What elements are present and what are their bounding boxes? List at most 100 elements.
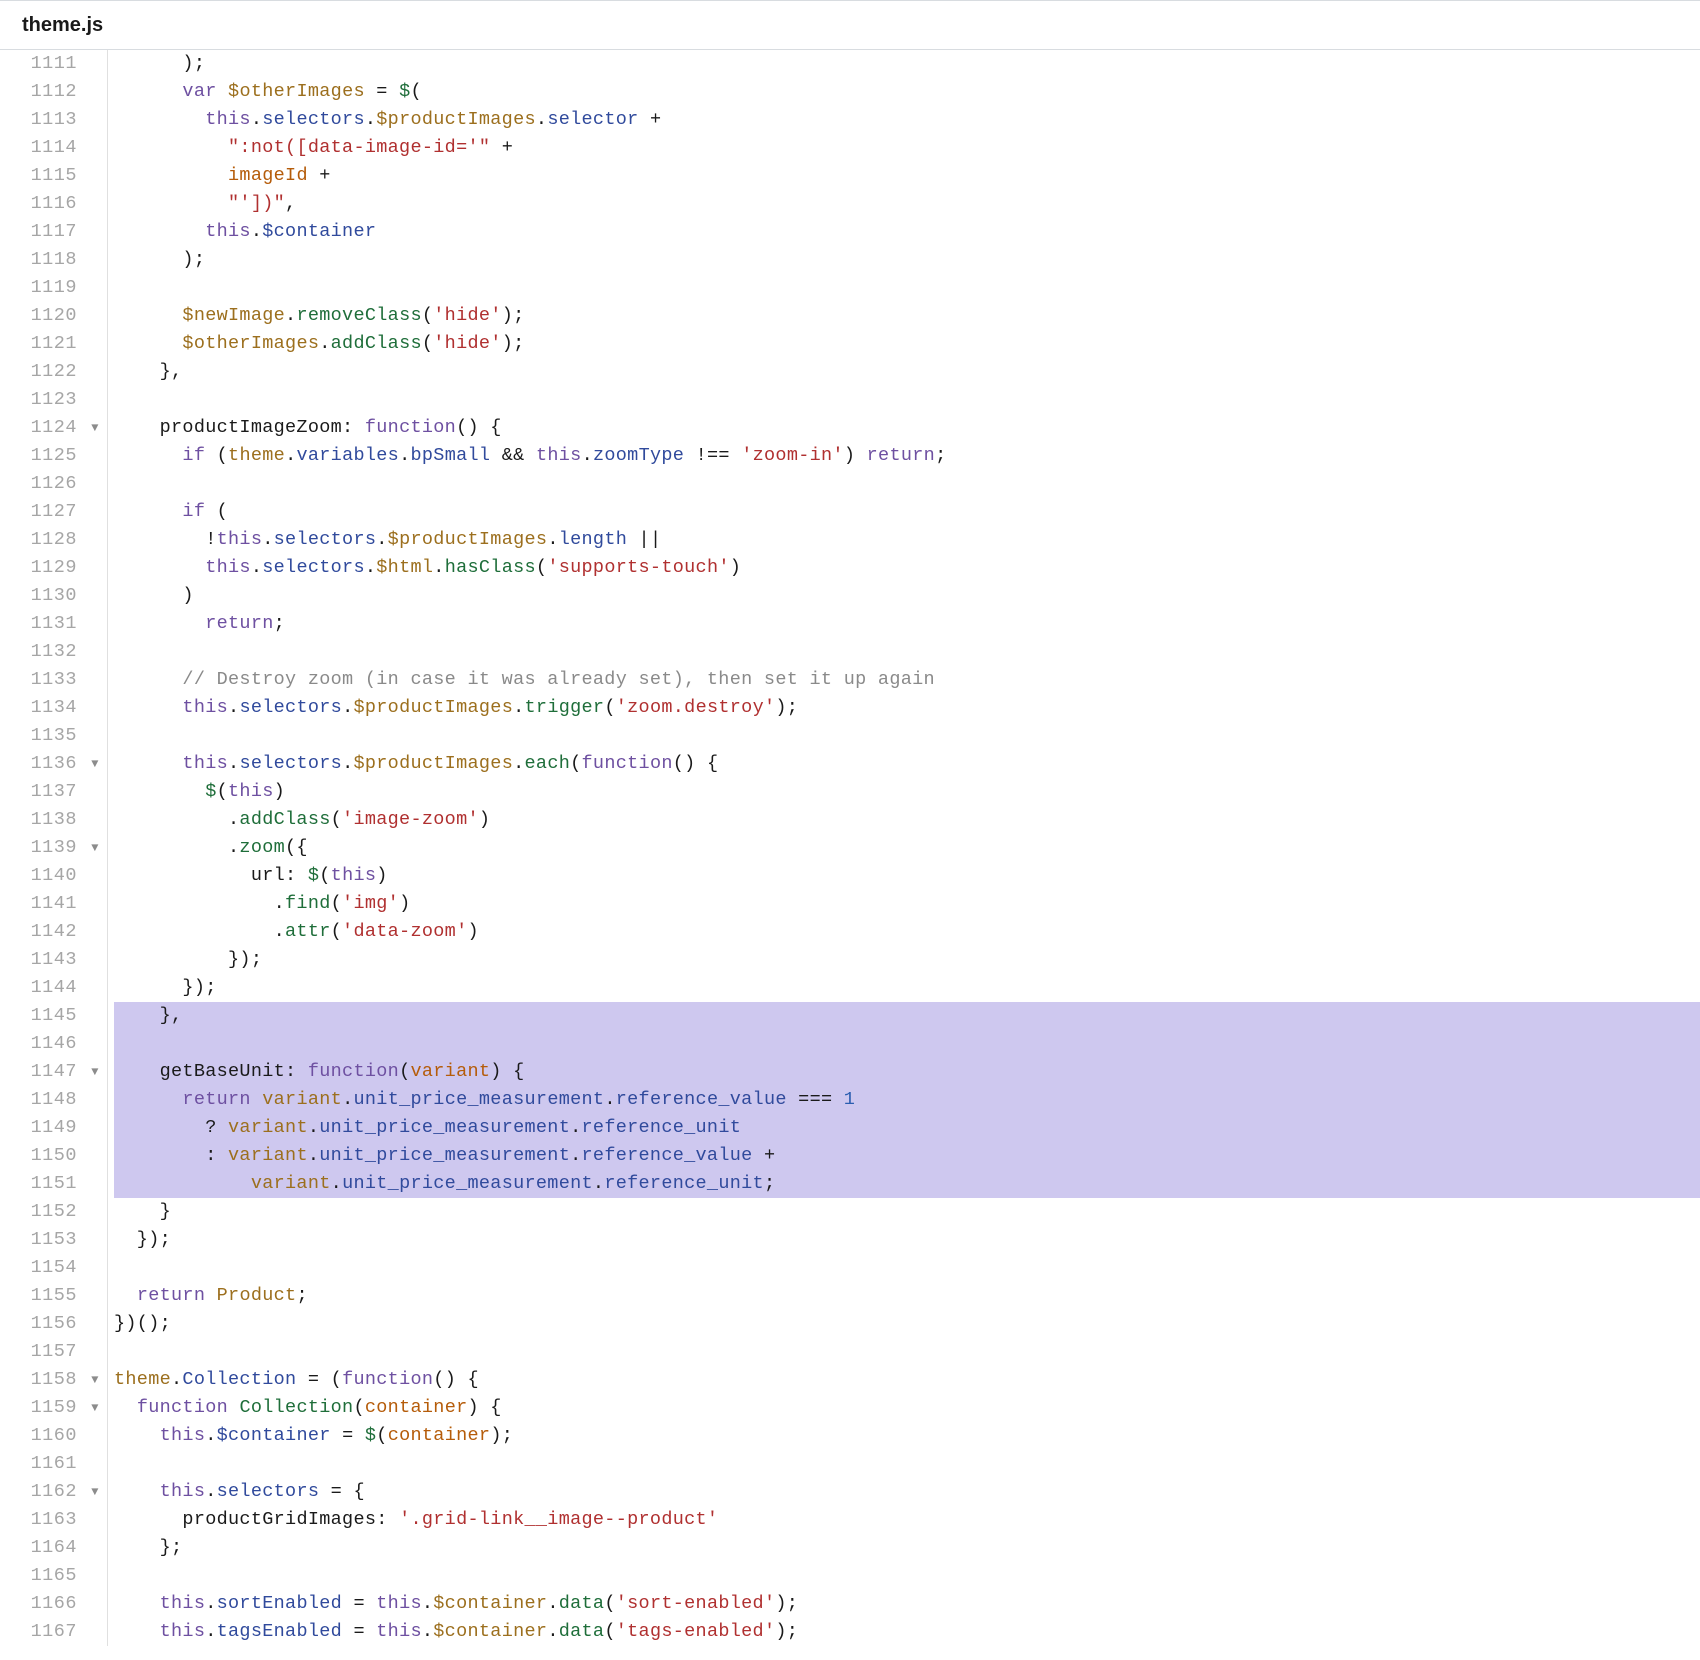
line-number[interactable]: 1131 [0, 610, 107, 638]
line-number[interactable]: 1111 [0, 50, 107, 78]
fold-toggle-icon[interactable]: ▼ [91, 1394, 99, 1422]
line-number[interactable]: 1157 [0, 1338, 107, 1366]
code-area[interactable]: ); var $otherImages = $( this.selectors.… [108, 50, 1700, 1646]
line-number[interactable]: 1115 [0, 162, 107, 190]
code-line[interactable]: this.selectors.$productImages.selector + [114, 106, 1700, 134]
code-line[interactable]: return Product; [114, 1282, 1700, 1310]
line-number[interactable]: 1155 [0, 1282, 107, 1310]
code-line[interactable]: url: $(this) [114, 862, 1700, 890]
line-number[interactable]: 1152 [0, 1198, 107, 1226]
line-number[interactable]: 1162▼ [0, 1478, 107, 1506]
code-line[interactable]: }; [114, 1534, 1700, 1562]
code-line[interactable]: function Collection(container) { [114, 1394, 1700, 1422]
line-number[interactable]: 1114 [0, 134, 107, 162]
line-number[interactable]: 1130 [0, 582, 107, 610]
code-line[interactable]: .find('img') [114, 890, 1700, 918]
code-line[interactable]: return; [114, 610, 1700, 638]
code-line[interactable]: ) [114, 582, 1700, 610]
code-line[interactable] [114, 386, 1700, 414]
code-line[interactable]: ); [114, 246, 1700, 274]
code-line[interactable] [114, 722, 1700, 750]
line-number[interactable]: 1136▼ [0, 750, 107, 778]
code-line[interactable] [114, 274, 1700, 302]
line-number[interactable]: 1144 [0, 974, 107, 1002]
code-line[interactable]: .zoom({ [114, 834, 1700, 862]
line-number[interactable]: 1126 [0, 470, 107, 498]
line-number[interactable]: 1122 [0, 358, 107, 386]
line-number[interactable]: 1153 [0, 1226, 107, 1254]
line-number[interactable]: 1116 [0, 190, 107, 218]
code-line[interactable] [114, 1450, 1700, 1478]
code-line[interactable]: return variant.unit_price_measurement.re… [114, 1086, 1700, 1114]
line-number[interactable]: 1133 [0, 666, 107, 694]
code-line[interactable]: }, [114, 358, 1700, 386]
line-number[interactable]: 1149 [0, 1114, 107, 1142]
line-number[interactable]: 1120 [0, 302, 107, 330]
line-number[interactable]: 1127 [0, 498, 107, 526]
line-number-gutter[interactable]: 1111111211131114111511161117111811191120… [0, 50, 108, 1646]
code-line[interactable]: $newImage.removeClass('hide'); [114, 302, 1700, 330]
code-line[interactable]: .addClass('image-zoom') [114, 806, 1700, 834]
code-line[interactable]: this.$container [114, 218, 1700, 246]
line-number[interactable]: 1158▼ [0, 1366, 107, 1394]
line-number[interactable]: 1156 [0, 1310, 107, 1338]
code-line[interactable]: imageId + [114, 162, 1700, 190]
code-line[interactable]: this.selectors.$productImages.each(funct… [114, 750, 1700, 778]
code-line[interactable] [114, 1030, 1700, 1058]
line-number[interactable]: 1160 [0, 1422, 107, 1450]
line-number[interactable]: 1146 [0, 1030, 107, 1058]
line-number[interactable]: 1137 [0, 778, 107, 806]
code-line[interactable]: } [114, 1198, 1700, 1226]
code-line[interactable]: ":not([data-image-id='" + [114, 134, 1700, 162]
line-number[interactable]: 1121 [0, 330, 107, 358]
code-line[interactable]: }); [114, 974, 1700, 1002]
line-number[interactable]: 1138 [0, 806, 107, 834]
code-line[interactable] [114, 638, 1700, 666]
code-line[interactable]: .attr('data-zoom') [114, 918, 1700, 946]
code-line[interactable]: ? variant.unit_price_measurement.referen… [114, 1114, 1700, 1142]
code-line[interactable]: this.selectors.$html.hasClass('supports-… [114, 554, 1700, 582]
line-number[interactable]: 1165 [0, 1562, 107, 1590]
line-number[interactable]: 1123 [0, 386, 107, 414]
fold-toggle-icon[interactable]: ▼ [91, 414, 99, 442]
code-line[interactable]: // Destroy zoom (in case it was already … [114, 666, 1700, 694]
code-line[interactable]: !this.selectors.$productImages.length || [114, 526, 1700, 554]
line-number[interactable]: 1164 [0, 1534, 107, 1562]
line-number[interactable]: 1150 [0, 1142, 107, 1170]
code-line[interactable]: this.selectors = { [114, 1478, 1700, 1506]
line-number[interactable]: 1166 [0, 1590, 107, 1618]
line-number[interactable]: 1145 [0, 1002, 107, 1030]
line-number[interactable]: 1132 [0, 638, 107, 666]
code-line[interactable]: }); [114, 1226, 1700, 1254]
line-number[interactable]: 1151 [0, 1170, 107, 1198]
code-line[interactable] [114, 1254, 1700, 1282]
line-number[interactable]: 1124▼ [0, 414, 107, 442]
line-number[interactable]: 1113 [0, 106, 107, 134]
code-line[interactable]: this.$container = $(container); [114, 1422, 1700, 1450]
line-number[interactable]: 1139▼ [0, 834, 107, 862]
code-line[interactable]: variant.unit_price_measurement.reference… [114, 1170, 1700, 1198]
line-number[interactable]: 1129 [0, 554, 107, 582]
line-number[interactable]: 1112 [0, 78, 107, 106]
line-number[interactable]: 1147▼ [0, 1058, 107, 1086]
code-line[interactable]: var $otherImages = $( [114, 78, 1700, 106]
code-line[interactable]: this.tagsEnabled = this.$container.data(… [114, 1618, 1700, 1646]
line-number[interactable]: 1135 [0, 722, 107, 750]
code-line[interactable]: this.sortEnabled = this.$container.data(… [114, 1590, 1700, 1618]
code-line[interactable]: this.selectors.$productImages.trigger('z… [114, 694, 1700, 722]
code-line[interactable] [114, 1338, 1700, 1366]
line-number[interactable]: 1119 [0, 274, 107, 302]
line-number[interactable]: 1134 [0, 694, 107, 722]
line-number[interactable]: 1154 [0, 1254, 107, 1282]
line-number[interactable]: 1148 [0, 1086, 107, 1114]
line-number[interactable]: 1128 [0, 526, 107, 554]
code-line[interactable]: productGridImages: '.grid-link__image--p… [114, 1506, 1700, 1534]
line-number[interactable]: 1118 [0, 246, 107, 274]
code-line[interactable]: : variant.unit_price_measurement.referen… [114, 1142, 1700, 1170]
line-number[interactable]: 1142 [0, 918, 107, 946]
code-editor[interactable]: 1111111211131114111511161117111811191120… [0, 50, 1700, 1646]
code-line[interactable]: getBaseUnit: function(variant) { [114, 1058, 1700, 1086]
line-number[interactable]: 1140 [0, 862, 107, 890]
code-line[interactable]: if ( [114, 498, 1700, 526]
code-line[interactable]: ); [114, 50, 1700, 78]
